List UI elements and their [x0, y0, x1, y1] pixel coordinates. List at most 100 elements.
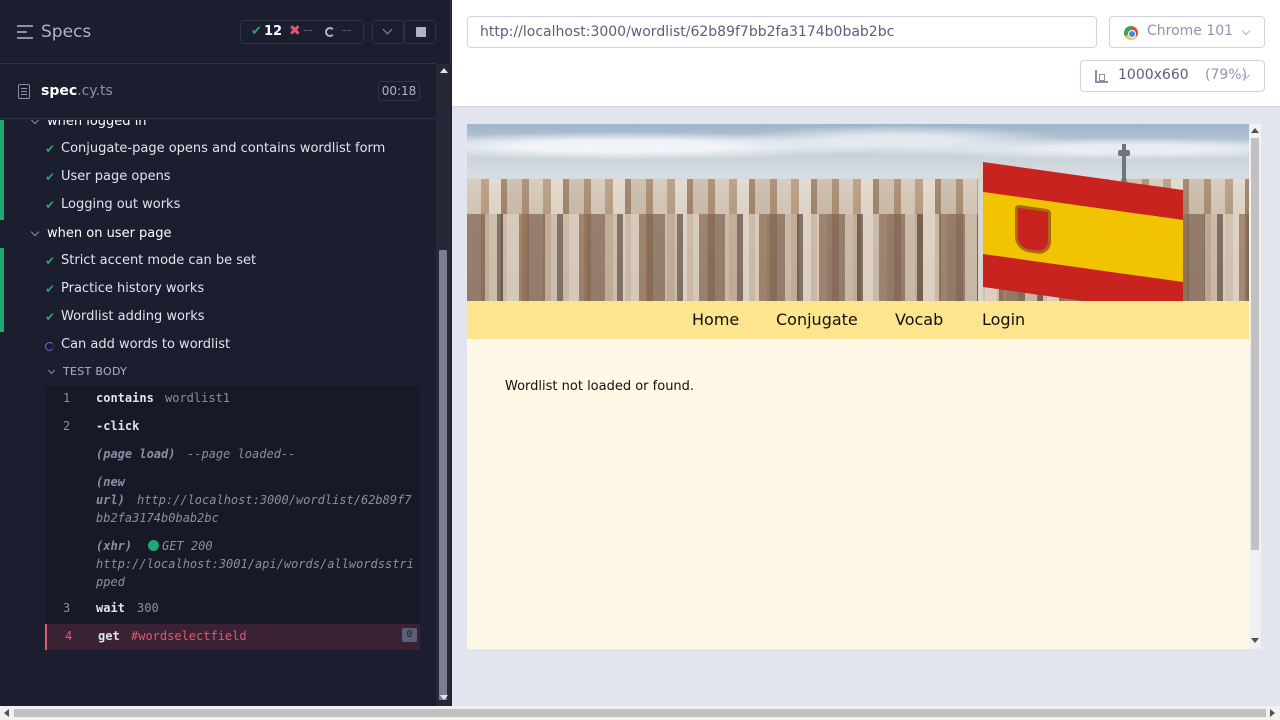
scroll-left-icon[interactable]: [4, 709, 9, 717]
stop-button[interactable]: [404, 20, 436, 44]
test-row-running[interactable]: Can add words to wordlist: [0, 332, 436, 360]
event-message: http://localhost:3000/wordlist/62b89f7: [137, 493, 412, 507]
x-icon: ✖: [289, 23, 301, 39]
scrollbar-thumb[interactable]: [439, 250, 447, 700]
test-label: Logging out works: [61, 197, 181, 212]
chevron-down-icon: [30, 120, 40, 125]
viewport-info[interactable]: 1000x660 (79%): [1080, 60, 1265, 92]
pending-count: --: [342, 23, 352, 38]
test-list: when logged in ✔ Conjugate-page opens an…: [0, 120, 436, 706]
command-message: #wordselectfield: [131, 629, 247, 643]
command-number: 1: [63, 391, 71, 405]
command-number: 2: [63, 419, 71, 433]
event-message: --page loaded--: [187, 447, 296, 461]
xhr-status: GET 200: [162, 539, 213, 553]
test-label: Can add words to wordlist: [61, 337, 231, 352]
viewport-size: 1000x660: [1118, 67, 1189, 83]
spec-file-name: spec.cy.ts: [41, 83, 113, 99]
nav-link-conjugate[interactable]: Conjugate: [776, 310, 858, 329]
aut-header: http://localhost:3000/wordlist/62b89f7bb…: [452, 0, 1280, 107]
test-row[interactable]: ✔ Logging out works: [0, 192, 436, 220]
command-row[interactable]: 1 contains wordlist1: [45, 386, 420, 410]
hero-tower-top: [1118, 150, 1130, 156]
coat-of-arms-icon: [1015, 204, 1051, 256]
chevron-down-icon: [47, 366, 56, 375]
check-icon: ✔: [45, 142, 56, 156]
specs-title[interactable]: Specs: [41, 22, 91, 42]
scroll-down-icon[interactable]: [440, 695, 448, 700]
reporter-panel: Specs ✔ 12 ✖ -- -- spec.cy.ts 00:18 when…: [0, 0, 451, 706]
spec-file-ext: .cy.ts: [77, 83, 113, 99]
nav-link-home[interactable]: Home: [692, 310, 739, 329]
file-icon: [18, 84, 30, 99]
command-row-failed[interactable]: 4 get #wordselectfield 0: [45, 624, 420, 650]
scroll-up-icon[interactable]: [440, 68, 448, 73]
chevron-down-icon: [30, 227, 40, 237]
reporter-scrollbar[interactable]: [436, 64, 451, 706]
event-name: (xhr): [96, 539, 133, 553]
scroll-up-icon[interactable]: [1251, 128, 1259, 133]
test-row[interactable]: ✔ Practice history works: [0, 276, 436, 304]
event-name: (page load): [96, 447, 176, 461]
check-icon: ✔: [251, 24, 262, 39]
command-row[interactable]: 2 -click: [45, 414, 420, 438]
command-log: 1 contains wordlist1 2 -click (page load…: [45, 386, 420, 650]
check-icon: ✔: [45, 198, 56, 212]
app-navbar: Home Conjugate Vocab Login: [467, 301, 1249, 339]
test-label: Strict accent mode can be set: [61, 253, 257, 268]
hero-sky: [467, 124, 1249, 179]
scrollbar-thumb[interactable]: [14, 709, 1266, 717]
scroll-down-icon[interactable]: [1251, 638, 1259, 643]
command-number: 3: [63, 601, 71, 615]
scrollbar-thumb[interactable]: [1251, 138, 1259, 550]
status-dot-icon: [148, 540, 159, 551]
command-number: 4: [65, 629, 73, 643]
chevron-down-icon: [382, 24, 393, 35]
test-row[interactable]: ✔ Conjugate-page opens and contains word…: [0, 136, 436, 164]
browser-selector[interactable]: Chrome 101: [1109, 16, 1265, 48]
viewport-scale: (79%): [1205, 67, 1248, 83]
test-label: User page opens: [61, 169, 171, 184]
event-row[interactable]: (page load) --page loaded--: [45, 442, 420, 464]
test-row[interactable]: ✔ Wordlist adding works: [0, 304, 436, 332]
stop-icon: [416, 27, 426, 37]
command-message: 300: [137, 601, 159, 615]
scroll-right-icon[interactable]: [1270, 709, 1275, 717]
spec-duration: 00:18: [378, 81, 420, 101]
app-scrollbar[interactable]: [1249, 124, 1261, 649]
chrome-icon: [1124, 26, 1138, 40]
test-row[interactable]: ✔ User page opens: [0, 164, 436, 192]
passed-count: 12: [264, 24, 283, 39]
event-row[interactable]: (new url) http://localhost:3000/wordlist…: [45, 470, 420, 526]
menu-icon[interactable]: [17, 25, 33, 39]
url-bar[interactable]: http://localhost:3000/wordlist/62b89f7bb…: [467, 16, 1097, 48]
event-message: bb2fa3174b0bab2bc: [96, 511, 219, 525]
hero-image: [467, 124, 1249, 301]
test-label: Conjugate-page opens and contains wordli…: [61, 141, 386, 156]
test-body-toggle[interactable]: TEST BODY: [0, 362, 436, 384]
aut-panel: http://localhost:3000/wordlist/62b89f7bb…: [452, 0, 1280, 706]
test-body-label: TEST BODY: [63, 365, 128, 378]
suite-label: when on user page: [47, 226, 172, 241]
suite-label: when logged in: [47, 120, 147, 129]
check-icon: ✔: [45, 170, 56, 184]
cypress-runner: Specs ✔ 12 ✖ -- -- spec.cy.ts 00:18 when…: [0, 0, 1280, 720]
command-name: wait: [96, 601, 125, 615]
event-message: pped: [96, 575, 125, 589]
app-iframe: Home Conjugate Vocab Login Wordlist not …: [467, 124, 1261, 649]
failed-count: --: [303, 23, 313, 38]
xhr-row[interactable]: (xhr) GET 200 http://localhost:3001/api/…: [45, 534, 420, 590]
collapse-all-button[interactable]: [372, 20, 404, 44]
command-name: contains: [96, 391, 154, 405]
command-row[interactable]: 3 wait 300: [45, 596, 420, 620]
nav-link-login[interactable]: Login: [982, 310, 1025, 329]
spec-file-row[interactable]: spec.cy.ts 00:18: [0, 64, 436, 119]
spinner-icon: [45, 342, 54, 351]
chevron-down-icon: [1241, 26, 1251, 36]
horizontal-scrollbar[interactable]: [0, 706, 1280, 720]
element-count-badge: 0: [402, 628, 417, 642]
test-row[interactable]: ✔ Strict accent mode can be set: [0, 248, 436, 276]
test-label: Wordlist adding works: [61, 309, 205, 324]
specs-header: Specs ✔ 12 ✖ -- --: [0, 0, 436, 64]
nav-link-vocab[interactable]: Vocab: [895, 310, 943, 329]
